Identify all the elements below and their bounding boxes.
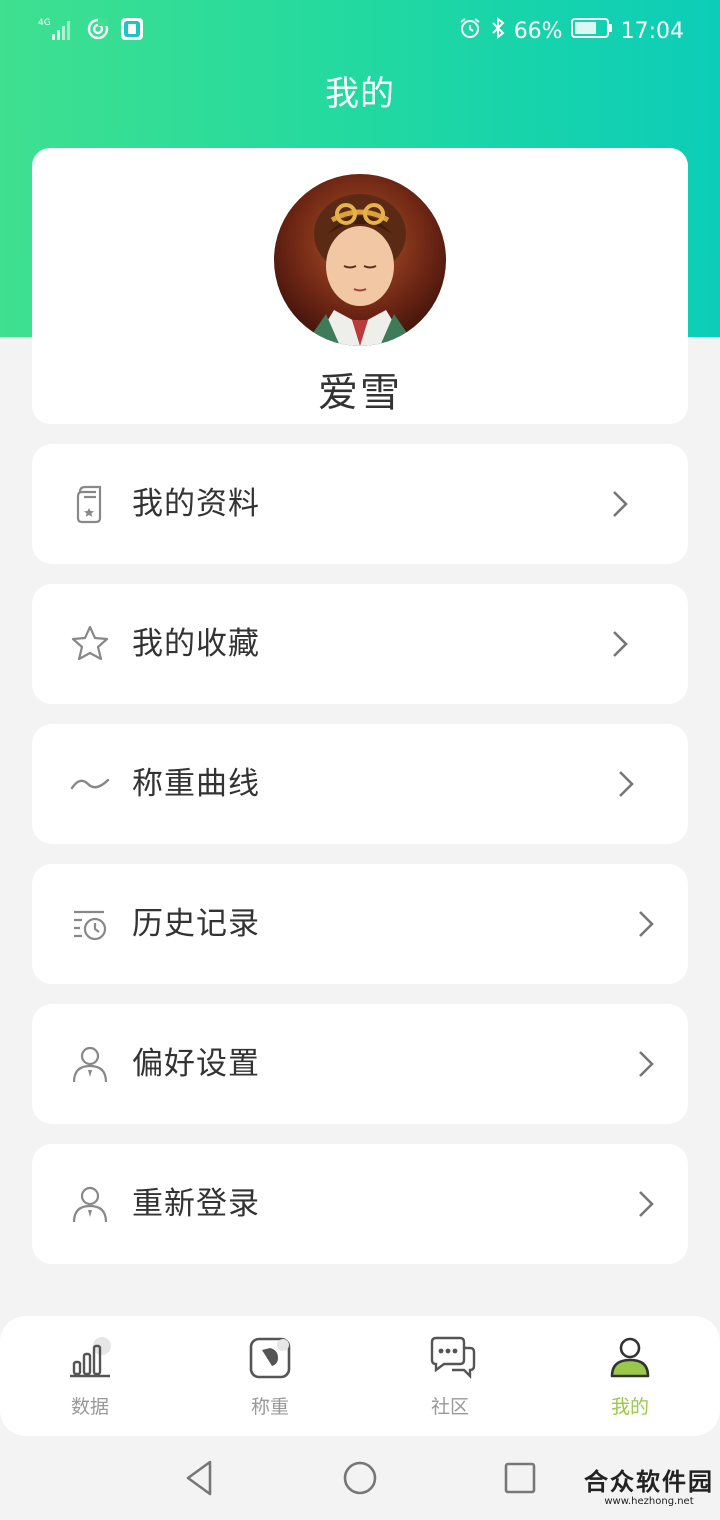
tab-me[interactable]: 我的 [570, 1316, 690, 1436]
chevron-right-icon [616, 768, 636, 800]
user-icon [70, 1184, 110, 1224]
menu-item-my-profile[interactable]: 我的资料 [32, 444, 688, 564]
wave-curve-icon [70, 764, 110, 804]
tab-weigh[interactable]: 称重 [210, 1316, 330, 1436]
signal-icon: 4G [38, 16, 76, 48]
person-icon [608, 1336, 652, 1380]
chevron-right-icon [636, 908, 656, 940]
username: 爱雪 [318, 370, 402, 416]
chevron-right-icon [610, 488, 630, 520]
battery-icon [570, 17, 613, 47]
recents-square-icon[interactable] [500, 1458, 540, 1498]
menu-item-label: 偏好设置 [132, 1046, 260, 1082]
tab-community[interactable]: 社区 [390, 1316, 510, 1436]
hotspot-swirl-icon [86, 17, 110, 47]
network-type: 4G [38, 18, 51, 28]
profile-card: 爱雪 [32, 148, 688, 424]
tab-label: 我的 [610, 1396, 649, 1418]
chat-bubbles-icon [428, 1336, 476, 1380]
bar-chart-icon [68, 1336, 112, 1380]
menu-item-label: 称重曲线 [132, 766, 260, 802]
menu-item-weight-curve[interactable]: 称重曲线 [32, 724, 688, 844]
clock-time: 17:04 [620, 19, 684, 44]
battery-percent: 66% [513, 19, 563, 44]
profile-card-icon [70, 484, 110, 524]
watermark: 合众软件园 www.hezhong.net [584, 1468, 714, 1508]
chevron-right-icon [610, 628, 630, 660]
scale-icon [248, 1336, 292, 1380]
page-title: 我的 [325, 74, 395, 114]
alarm-icon [458, 16, 482, 48]
menu-item-label: 历史记录 [132, 906, 260, 942]
tab-label: 社区 [430, 1396, 469, 1418]
menu-item-label: 我的收藏 [132, 626, 260, 662]
tab-label: 数据 [70, 1396, 109, 1418]
chevron-right-icon [636, 1048, 656, 1080]
back-triangle-icon[interactable] [180, 1458, 220, 1498]
user-icon [70, 1044, 110, 1084]
bluetooth-icon [490, 16, 506, 48]
watermark-url: www.hezhong.net [604, 1496, 694, 1507]
menu-item-relogin[interactable]: 重新登录 [32, 1144, 688, 1264]
tab-label: 称重 [250, 1396, 289, 1418]
bottom-nav: 数据 称重 社区 我的 [0, 1316, 720, 1436]
menu-item-history[interactable]: 历史记录 [32, 864, 688, 984]
status-bar: 4G 66% 17:04 [0, 0, 720, 62]
chevron-right-icon [636, 1188, 656, 1220]
tab-data[interactable]: 数据 [30, 1316, 150, 1436]
star-icon [70, 624, 110, 664]
menu-item-my-favorites[interactable]: 我的收藏 [32, 584, 688, 704]
history-clock-icon [70, 904, 110, 944]
avatar[interactable] [274, 174, 446, 346]
watermark-text: 合众软件园 [584, 1468, 714, 1496]
menu-item-label: 重新登录 [132, 1186, 260, 1222]
menu-item-label: 我的资料 [132, 486, 260, 522]
app-notification-icon [120, 17, 144, 47]
menu-item-preferences[interactable]: 偏好设置 [32, 1004, 688, 1124]
home-circle-icon[interactable] [340, 1458, 380, 1498]
